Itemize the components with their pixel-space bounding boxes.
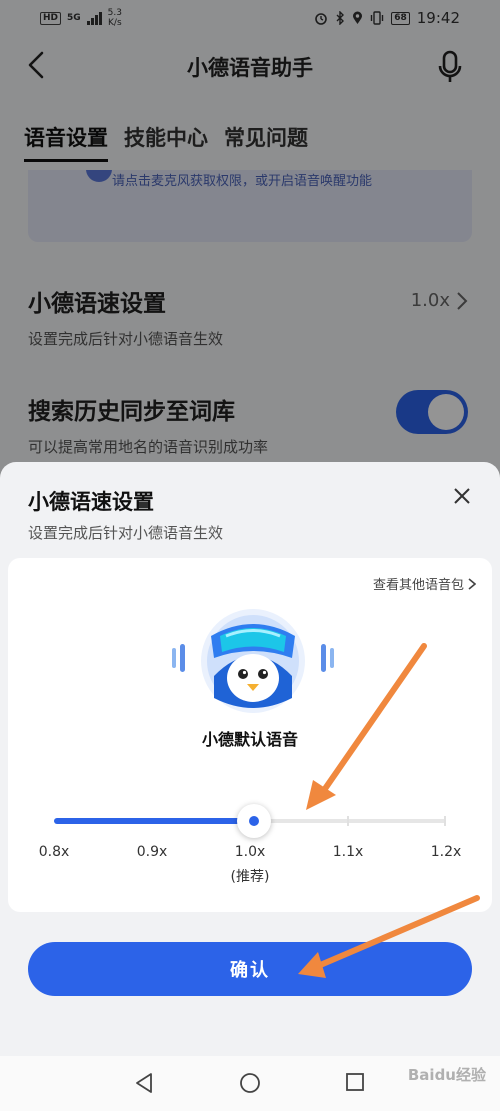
voice-card: 查看其他语音包 小德默认语音 0.8x 0.9x 1.0x 1.1x 1.2x … xyxy=(8,558,492,912)
nav-home-button[interactable] xyxy=(239,1072,261,1094)
chevron-right-icon xyxy=(468,577,476,590)
close-icon xyxy=(454,488,470,504)
speed-slider[interactable] xyxy=(54,804,446,838)
confirm-button[interactable]: 确认 xyxy=(28,942,472,996)
slider-tick xyxy=(444,816,446,826)
sheet-title: 小德语速设置 xyxy=(28,490,154,514)
sheet-subtitle: 设置完成后针对小德语音生效 xyxy=(28,524,224,542)
speed-label-1-1[interactable]: 1.1x xyxy=(318,844,378,860)
slider-fill xyxy=(54,818,250,824)
nav-back-icon xyxy=(136,1073,152,1093)
slider-thumb[interactable] xyxy=(237,804,271,838)
close-button[interactable] xyxy=(450,484,474,508)
other-voices-link[interactable]: 查看其他语音包 xyxy=(373,574,476,593)
nav-home-icon xyxy=(240,1073,260,1093)
recommend-label: (推荐) xyxy=(230,869,270,885)
slider-tick xyxy=(347,816,349,826)
nav-recent-icon xyxy=(346,1073,364,1091)
speed-label-0-8[interactable]: 0.8x xyxy=(24,844,84,860)
speed-label-1-0[interactable]: 1.0x xyxy=(220,844,280,860)
watermark: Baidu经验 xyxy=(407,1066,486,1084)
penguin-avatar-icon xyxy=(172,609,334,713)
voice-name: 小德默认语音 xyxy=(201,730,298,749)
voice-avatar xyxy=(168,606,338,716)
other-voices-label: 查看其他语音包 xyxy=(372,578,464,593)
system-nav-bar: Baidu经验 xyxy=(0,1056,500,1111)
nav-recent-button[interactable] xyxy=(345,1072,365,1092)
speed-label-1-2[interactable]: 1.2x xyxy=(416,844,476,860)
speed-label-0-9[interactable]: 0.9x xyxy=(122,844,182,860)
speed-sheet: 小德语速设置 设置完成后针对小德语音生效 查看其他语音包 小德默认语音 0.8x… xyxy=(0,462,500,1056)
nav-back-button[interactable] xyxy=(133,1072,155,1094)
